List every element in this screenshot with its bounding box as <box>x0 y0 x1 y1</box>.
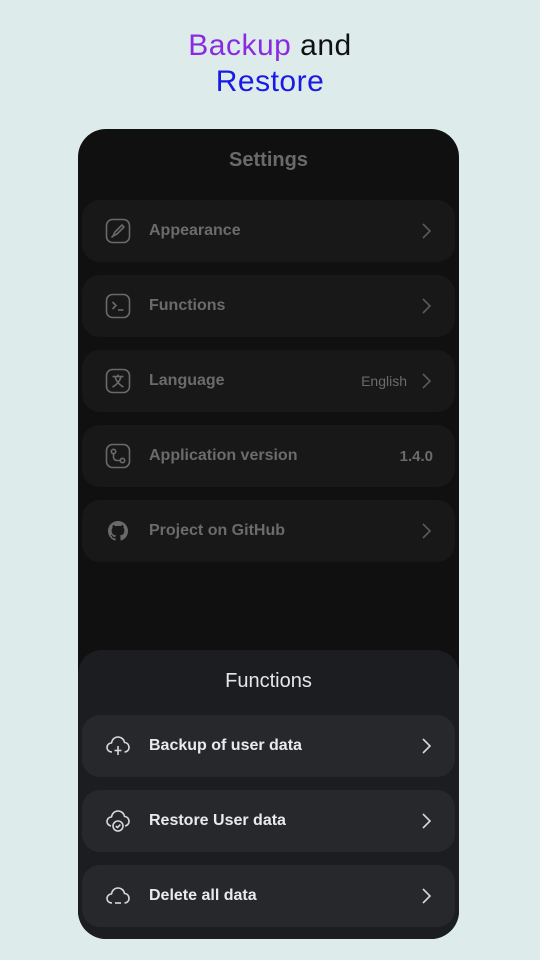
chevron-right-icon <box>422 523 432 539</box>
restore-user-data-button[interactable]: Restore User data <box>82 790 455 852</box>
functions-bottom-sheet: Functions Backup of user data Restore Us… <box>78 650 459 939</box>
cloud-check-icon <box>104 807 132 835</box>
brush-icon <box>104 217 132 245</box>
sheet-title: Functions <box>225 670 312 692</box>
settings-item-github[interactable]: Project on GitHub <box>82 500 455 562</box>
page-title: Settings <box>229 149 308 171</box>
settings-item-label: Project on GitHub <box>149 522 285 539</box>
version-icon <box>104 442 132 470</box>
headline: Backup and Restore <box>0 28 540 100</box>
chevron-right-icon <box>422 738 432 754</box>
settings-item-label: Functions <box>149 297 226 314</box>
github-icon <box>104 517 132 545</box>
translate-icon <box>104 367 132 395</box>
chevron-right-icon <box>422 298 432 314</box>
terminal-icon <box>104 292 132 320</box>
settings-item-functions[interactable]: Functions <box>82 275 455 337</box>
delete-all-data-button[interactable]: Delete all data <box>82 865 455 927</box>
sheet-item-label: Restore User data <box>149 812 286 829</box>
settings-item-language[interactable]: Language English <box>82 350 455 412</box>
language-value: English <box>361 373 407 389</box>
chevron-right-icon <box>422 223 432 239</box>
headline-word-and: and <box>300 29 352 62</box>
sheet-item-label: Backup of user data <box>149 737 302 754</box>
chevron-right-icon <box>422 373 432 389</box>
chevron-right-icon <box>422 888 432 904</box>
cloud-upload-icon <box>104 732 132 760</box>
cloud-delete-icon <box>104 882 132 910</box>
settings-item-appearance[interactable]: Appearance <box>82 200 455 262</box>
settings-item-label: Language <box>149 372 225 389</box>
settings-item-label: Application version <box>149 447 298 464</box>
settings-item-label: Appearance <box>149 222 241 239</box>
headline-word-backup: Backup <box>188 29 292 62</box>
version-value: 1.4.0 <box>399 447 433 465</box>
settings-item-version: Application version 1.4.0 <box>82 425 455 487</box>
backup-user-data-button[interactable]: Backup of user data <box>82 715 455 777</box>
sheet-item-label: Delete all data <box>149 887 257 904</box>
headline-word-restore: Restore <box>215 65 325 98</box>
chevron-right-icon <box>422 813 432 829</box>
phone-screen: Settings Appearance Functions Language E… <box>78 129 459 939</box>
